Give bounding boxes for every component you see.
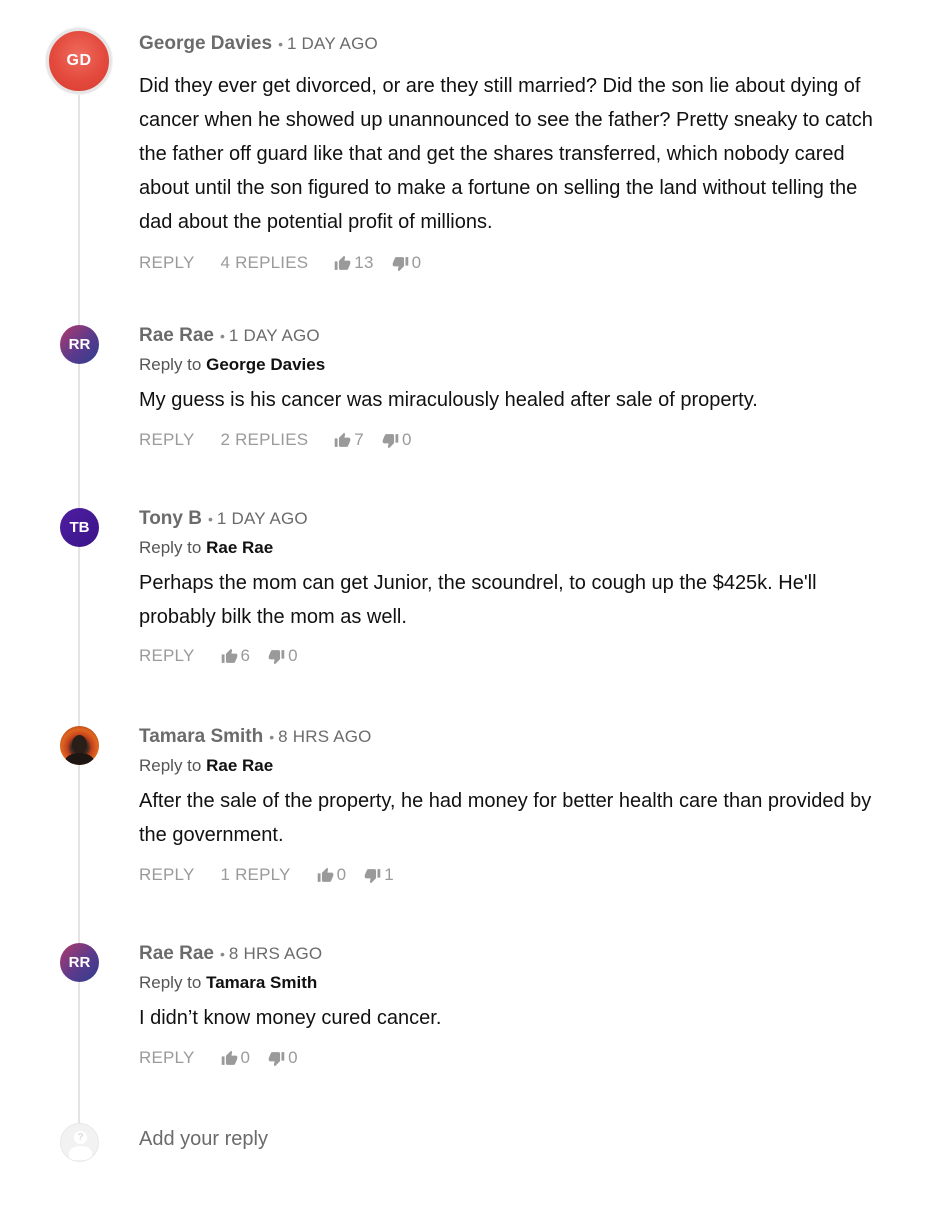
thumbs-up-icon [317, 867, 333, 882]
reply-to-author[interactable]: Rae Rae [206, 756, 273, 775]
separator-dot: • [207, 511, 213, 527]
comment-actions: REPLY 0 0 [139, 1047, 879, 1069]
like-count: 13 [354, 253, 374, 272]
guest-avatar-icon: ? [60, 1123, 99, 1162]
comment-header: Tony B • 1 DAY AGO [139, 508, 879, 532]
thumbs-down-icon [364, 868, 381, 883]
dislike-button[interactable]: 1 [364, 865, 394, 885]
timestamp: 1 DAY AGO [228, 326, 320, 345]
separator-dot: • [220, 946, 225, 962]
like-count: 0 [336, 865, 347, 884]
thumbs-down-icon [382, 433, 399, 448]
avatar[interactable] [60, 726, 99, 765]
comment-header: Rae Rae • 8 HRS AGO [139, 943, 879, 967]
comment-body: I didn’t know money cured cancer. [139, 1007, 442, 1029]
view-replies-button[interactable]: 1 REPLY [221, 865, 291, 885]
reply-button[interactable]: REPLY [139, 646, 195, 666]
add-reply-input[interactable]: Add your reply [139, 1128, 268, 1151]
reply-button[interactable]: REPLY [139, 1048, 195, 1068]
avatar-photo-body [65, 753, 94, 765]
comment-header: Rae Rae • 1 DAY AGO [139, 325, 879, 349]
comment: Rae Rae • 8 HRS AGO Reply to Tamara Smit… [139, 943, 879, 1069]
reply-to-author[interactable]: Tamara Smith [206, 973, 317, 992]
separator-dot: • [220, 328, 225, 344]
view-replies-button[interactable]: 2 REPLIES [221, 430, 309, 450]
dislike-count: 1 [384, 865, 394, 884]
comment: Rae Rae • 1 DAY AGO Reply to George Davi… [139, 325, 879, 451]
thumbs-up-icon [221, 648, 237, 663]
thumbs-up-icon [335, 255, 351, 270]
thumbs-down-icon [268, 1051, 285, 1066]
comment-actions: REPLY 2 REPLIES 7 0 [139, 429, 879, 451]
thumbs-up-icon [221, 1050, 237, 1065]
reply-to-line: Reply to Tamara Smith [139, 973, 879, 995]
author-name[interactable]: Rae Rae [139, 325, 214, 347]
avatar[interactable]: TB [60, 508, 99, 547]
dislike-button[interactable]: 0 [268, 1048, 298, 1068]
like-count: 7 [354, 430, 364, 449]
like-button[interactable]: 0 [221, 1048, 251, 1068]
guest-body [69, 1146, 92, 1160]
comment: Tony B • 1 DAY AGO Reply to Rae Rae Perh… [139, 508, 879, 667]
dislike-count: 0 [288, 1048, 298, 1067]
thumbs-down-icon [268, 649, 285, 664]
dislike-count: 0 [411, 253, 422, 272]
reply-to-prefix: Reply to [139, 355, 202, 374]
like-count: 0 [240, 1048, 251, 1067]
like-count: 6 [240, 646, 251, 665]
comment-body: Did they ever get divorced, or are they … [139, 75, 873, 233]
avatar-photo-face [72, 735, 87, 754]
author-name[interactable]: Tamara Smith [139, 726, 263, 748]
separator-dot: • [278, 36, 283, 52]
timestamp: 8 HRS AGO [278, 727, 372, 746]
comment-body: Perhaps the mom can get Junior, the scou… [139, 572, 817, 628]
author-name[interactable]: George Davies [139, 33, 272, 55]
reply-button[interactable]: REPLY [139, 865, 195, 885]
reply-to-line: Reply to Rae Rae [139, 538, 879, 560]
dislike-button[interactable]: 0 [392, 253, 422, 273]
comment-actions: REPLY 6 0 [139, 645, 879, 667]
author-name[interactable]: Rae Rae [139, 943, 214, 965]
like-button[interactable]: 6 [221, 646, 251, 666]
comment: George Davies • 1 DAY AGO Did they ever … [139, 33, 879, 274]
author-name[interactable]: Tony B [139, 508, 202, 530]
reply-to-author[interactable]: Rae Rae [206, 538, 273, 557]
separator-dot: • [269, 729, 275, 745]
dislike-count: 0 [288, 646, 298, 665]
thumbs-up-icon [335, 432, 351, 447]
guest-head: ? [74, 1131, 87, 1144]
thumbs-down-icon [392, 256, 408, 271]
reply-button[interactable]: REPLY [139, 253, 195, 273]
like-button[interactable]: 7 [334, 430, 364, 450]
timestamp: 1 DAY AGO [286, 34, 378, 53]
comment-header: George Davies • 1 DAY AGO [139, 33, 879, 57]
view-replies-button[interactable]: 4 REPLIES [221, 253, 309, 273]
reply-to-line: Reply to George Davies [139, 355, 879, 377]
avatar[interactable]: RR [60, 325, 99, 364]
comment-actions: REPLY 1 REPLY 0 1 [139, 864, 879, 886]
avatar[interactable]: GD [46, 28, 112, 94]
comment-actions: REPLY 4 REPLIES 13 0 [139, 252, 879, 274]
comment: Tamara Smith • 8 HRS AGO Reply to Rae Ra… [139, 726, 879, 886]
dislike-count: 0 [401, 430, 412, 449]
like-button[interactable]: 13 [334, 253, 373, 273]
reply-to-prefix: Reply to [139, 973, 202, 992]
reply-to-line: Reply to Rae Rae [139, 756, 879, 778]
comment-body: My guess is his cancer was miraculously … [139, 389, 758, 411]
like-button[interactable]: 0 [317, 865, 347, 885]
reply-to-prefix: Reply to [139, 538, 202, 557]
timestamp: 1 DAY AGO [216, 509, 308, 528]
timestamp: 8 HRS AGO [228, 944, 323, 963]
comment-header: Tamara Smith • 8 HRS AGO [139, 726, 879, 750]
comment-body: After the sale of the property, he had m… [139, 790, 872, 846]
reply-to-prefix: Reply to [139, 756, 202, 775]
dislike-button[interactable]: 0 [382, 430, 412, 450]
dislike-button[interactable]: 0 [268, 646, 298, 666]
avatar[interactable]: RR [60, 943, 99, 982]
reply-to-author[interactable]: George Davies [206, 355, 325, 374]
reply-button[interactable]: REPLY [139, 430, 195, 450]
